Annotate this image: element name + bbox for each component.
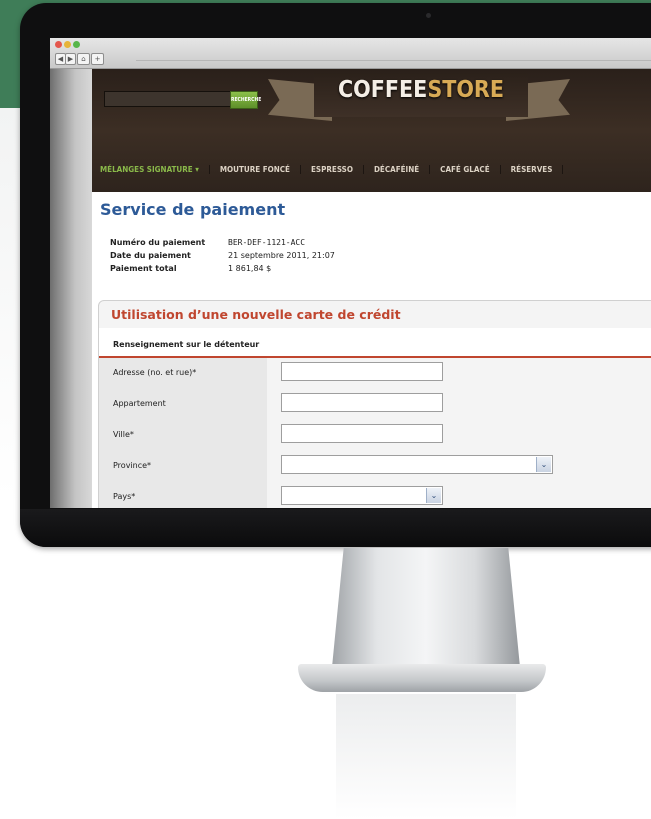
form-row-province: Province* ⌄ bbox=[99, 451, 651, 482]
logo-text-store: STORE bbox=[427, 77, 504, 103]
section-title: Utilisation d’une nouvelle carte de créd… bbox=[111, 307, 401, 322]
monitor-chin bbox=[20, 509, 651, 547]
nav-item-espresso[interactable]: ESPRESSO bbox=[301, 165, 364, 174]
nav-item-decafeine[interactable]: DÉCAFÉINÉ bbox=[364, 165, 431, 174]
province-label: Province* bbox=[113, 461, 152, 470]
search-input[interactable] bbox=[104, 91, 234, 107]
store-logo[interactable]: COFFEESTORE bbox=[314, 77, 528, 103]
forward-button[interactable]: ▶ bbox=[65, 53, 76, 65]
payment-date-row: Date du paiement 21 septembre 2011, 21:07 bbox=[110, 251, 335, 260]
new-tab-button[interactable]: + bbox=[91, 53, 104, 65]
form-row-address: Adresse (no. et rue)* bbox=[99, 358, 651, 389]
search-button[interactable]: RECHERCHE bbox=[230, 91, 261, 109]
maximize-window-button[interactable] bbox=[73, 41, 80, 48]
city-field[interactable] bbox=[281, 424, 443, 443]
subsection-title: Renseignement sur le détenteur bbox=[113, 340, 260, 349]
payment-date-label: Date du paiement bbox=[110, 251, 191, 260]
address-bar[interactable] bbox=[136, 60, 651, 61]
logo-text-coffee: COFFEE bbox=[337, 77, 428, 103]
monitor-stand-base bbox=[298, 664, 546, 692]
payment-date-value: 21 septembre 2011, 21:07 bbox=[228, 251, 335, 260]
address-label: Adresse (no. et rue)* bbox=[113, 368, 197, 377]
nav-item-reserves[interactable]: RÉSERVES bbox=[501, 165, 564, 174]
country-label: Pays* bbox=[113, 492, 136, 501]
apartment-field[interactable] bbox=[281, 393, 443, 412]
chevron-down-icon: ▾ bbox=[195, 165, 199, 174]
stand-reflection bbox=[336, 694, 516, 819]
screen-glare bbox=[50, 69, 92, 508]
nav-item-mouture-fonce[interactable]: MOUTURE FONCÉ bbox=[210, 165, 301, 174]
payment-number-row: Numéro du paiement BER-DEF-1121-ACC bbox=[110, 238, 305, 247]
monitor-screen: ◀ ▶ ⌂ + RECHERCHE COFFEESTORE MÉLANGES S… bbox=[50, 38, 651, 508]
payment-total-value: 1 861,84 $ bbox=[228, 264, 272, 273]
form-row-country: Pays* ⌄ bbox=[99, 482, 651, 508]
new-credit-card-panel: Utilisation d’une nouvelle carte de créd… bbox=[98, 300, 651, 508]
main-navigation: MÉLANGES SIGNATURE ▾ MOUTURE FONCÉ ESPRE… bbox=[92, 147, 651, 192]
home-button[interactable]: ⌂ bbox=[77, 53, 90, 65]
chevron-down-icon: ⌄ bbox=[536, 457, 551, 472]
payment-total-row: Paiement total 1 861,84 $ bbox=[110, 264, 271, 273]
apartment-label: Appartement bbox=[113, 399, 166, 408]
nav-item-cafe-glace[interactable]: CAFÉ GLACÉ bbox=[430, 165, 501, 174]
form-row-city: Ville* bbox=[99, 420, 651, 451]
address-field[interactable] bbox=[281, 362, 443, 381]
form-row-apartment: Appartement bbox=[99, 389, 651, 420]
nav-item-melanges-signature[interactable]: MÉLANGES SIGNATURE ▾ bbox=[92, 165, 210, 174]
payment-total-label: Paiement total bbox=[110, 264, 177, 273]
city-label: Ville* bbox=[113, 430, 134, 439]
monitor-stand bbox=[331, 548, 521, 668]
minimize-window-button[interactable] bbox=[64, 41, 71, 48]
page-title: Service de paiement bbox=[100, 200, 286, 219]
subsection-header: Renseignement sur le détenteur bbox=[99, 328, 651, 358]
country-select[interactable]: ⌄ bbox=[281, 486, 443, 505]
store-header: RECHERCHE COFFEESTORE MÉLANGES SIGNATURE… bbox=[92, 69, 651, 192]
browser-toolbar: ◀ ▶ ⌂ + bbox=[50, 38, 651, 69]
province-select[interactable]: ⌄ bbox=[281, 455, 553, 474]
chevron-down-icon: ⌄ bbox=[426, 488, 441, 503]
camera-icon bbox=[426, 13, 431, 18]
payment-number-label: Numéro du paiement bbox=[110, 238, 206, 247]
close-window-button[interactable] bbox=[55, 41, 62, 48]
payment-number-value: BER-DEF-1121-ACC bbox=[228, 238, 306, 247]
page-content: Service de paiement Numéro du paiement BE… bbox=[92, 192, 651, 508]
